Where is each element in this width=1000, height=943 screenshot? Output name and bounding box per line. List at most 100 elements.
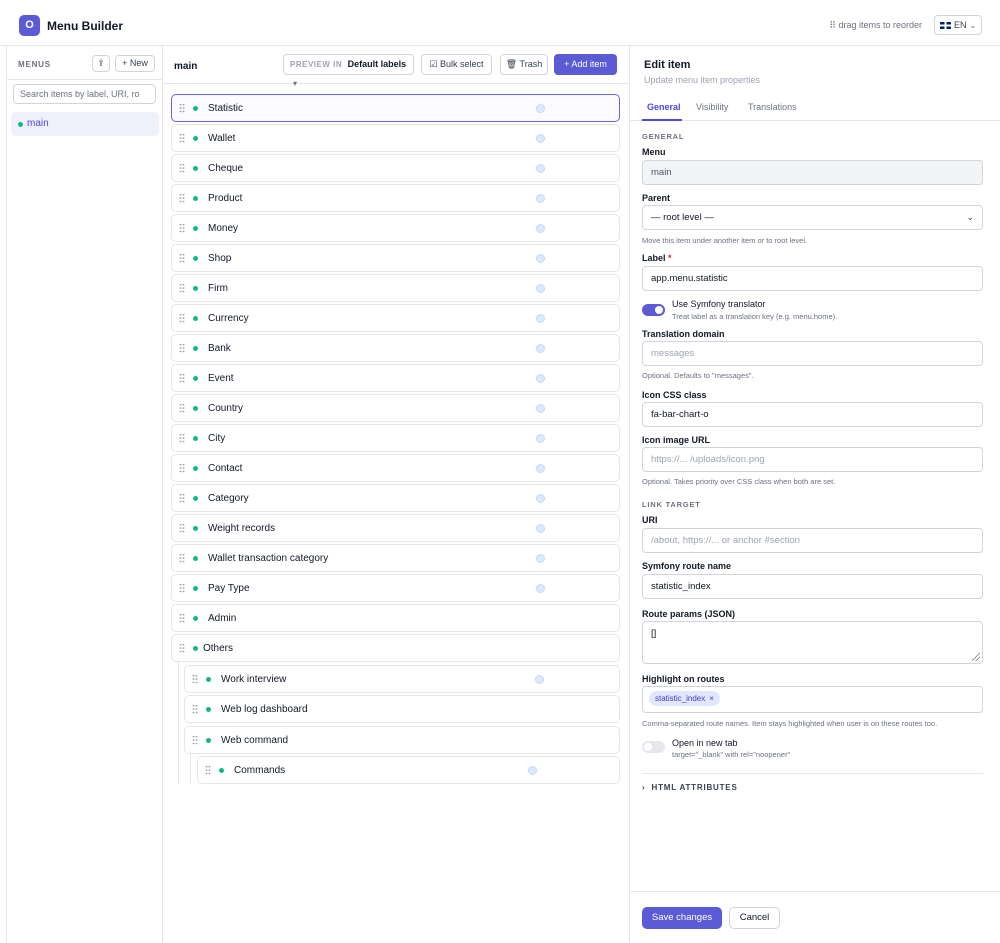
tab-translations[interactable]: Translations (748, 102, 797, 112)
highlight-routes-input[interactable]: statistic_index × (642, 686, 983, 713)
drag-handle-icon[interactable] (179, 583, 185, 593)
html-attributes-toggle[interactable]: › HTML ATTRIBUTES (642, 783, 738, 792)
tree-item[interactable]: City (171, 424, 620, 452)
tree-item[interactable]: Weight records (171, 514, 620, 542)
drag-handle-icon[interactable] (179, 103, 185, 113)
drag-handle-icon[interactable] (179, 553, 185, 563)
tree-item[interactable]: Country (171, 394, 620, 422)
drag-handle-icon[interactable] (205, 765, 211, 775)
visibility-icon[interactable] (536, 254, 545, 263)
drag-handle-icon[interactable] (179, 283, 185, 293)
visibility-icon[interactable] (536, 164, 545, 173)
visibility-icon[interactable] (536, 134, 545, 143)
visibility-icon[interactable] (536, 284, 545, 293)
drag-handle-icon[interactable] (179, 193, 185, 203)
drag-handle-icon[interactable] (179, 133, 185, 143)
tree-item[interactable]: Web command (184, 725, 620, 754)
divider (642, 773, 983, 774)
uri-input[interactable]: /about, https://... or anchor #section (642, 528, 983, 553)
drag-handle-icon[interactable] (179, 253, 185, 263)
tree-item[interactable]: Contact (171, 454, 620, 482)
drag-handle-icon[interactable] (192, 704, 198, 714)
visibility-icon[interactable] (536, 224, 545, 233)
new-menu-button[interactable]: + New (115, 55, 155, 72)
visibility-icon[interactable] (528, 766, 537, 775)
sidebar-item-main[interactable]: main (11, 112, 159, 136)
trash-button[interactable]: 🗑 Trash (500, 54, 548, 75)
visibility-icon[interactable] (536, 194, 545, 203)
tree-item[interactable]: Wallet transaction category (171, 544, 620, 572)
icon-url-input[interactable]: https://... /uploads/icon.png (642, 447, 983, 472)
visibility-icon[interactable] (536, 374, 545, 383)
drag-handle-icon[interactable] (179, 643, 185, 653)
tree-item-label: Product (208, 193, 243, 204)
translation-domain-input[interactable]: messages (642, 341, 983, 366)
drag-handle-icon[interactable] (179, 343, 185, 353)
tree-item[interactable]: Firm (171, 274, 620, 302)
tree-item[interactable]: Category (171, 484, 620, 512)
drag-handle-icon[interactable] (179, 523, 185, 533)
visibility-icon[interactable] (536, 464, 545, 473)
bulk-select-button[interactable]: ☑ Bulk select (421, 54, 492, 75)
label-input[interactable]: app.menu.statistic (642, 266, 983, 291)
tree-item[interactable]: Pay Type (171, 574, 620, 602)
visibility-icon[interactable] (536, 404, 545, 413)
visibility-icon[interactable] (536, 344, 545, 353)
footer-divider (630, 891, 1000, 892)
drag-handle-icon[interactable] (179, 433, 185, 443)
search-input[interactable] (13, 84, 156, 104)
visibility-icon[interactable] (535, 674, 544, 684)
drag-handle-icon[interactable] (179, 613, 185, 623)
tree-item[interactable]: Others (171, 634, 620, 662)
tree-item[interactable]: Admin (171, 604, 620, 632)
visibility-icon[interactable] (536, 434, 545, 443)
tree-item[interactable]: Commands (197, 756, 620, 784)
tree-item[interactable]: Bank (171, 334, 620, 362)
import-button[interactable]: ⇪ (92, 55, 110, 72)
drag-handle-icon[interactable] (179, 493, 185, 503)
resize-handle-icon[interactable] (972, 653, 980, 661)
tree-item-label: Admin (208, 613, 237, 624)
tab-visibility[interactable]: Visibility (696, 102, 728, 112)
preview-select[interactable]: PREVIEW IN Default labels ▾ (283, 54, 414, 88)
tree-item[interactable]: Product (171, 184, 620, 212)
tree-item[interactable]: Statistic (171, 94, 620, 122)
drag-handle-icon[interactable] (192, 673, 198, 684)
drag-handle-icon[interactable] (179, 163, 185, 173)
cancel-button[interactable]: Cancel (729, 907, 780, 929)
drag-handle-icon[interactable] (179, 373, 185, 383)
route-params-textarea[interactable]: [] (642, 621, 983, 664)
tree-item[interactable]: Shop (171, 244, 620, 272)
tree-item[interactable]: Money (171, 214, 620, 242)
new-tab-help: target="_blank" with rel="noopener" (672, 750, 791, 759)
language-selector[interactable]: EN ⌄ (934, 15, 982, 35)
drag-handle-icon[interactable] (179, 223, 185, 233)
translator-toggle[interactable] (642, 304, 665, 316)
active-tab-indicator (642, 119, 682, 121)
tree-item[interactable]: Wallet (171, 124, 620, 152)
add-item-button[interactable]: + Add item (554, 54, 617, 75)
visibility-icon[interactable] (536, 554, 545, 563)
tab-general[interactable]: General (647, 102, 681, 112)
parent-select[interactable]: — root level — ⌄ (642, 205, 983, 230)
save-button[interactable]: Save changes (642, 907, 722, 929)
drag-handle-icon[interactable] (179, 313, 185, 323)
visibility-icon[interactable] (536, 584, 545, 593)
drag-handle-icon[interactable] (179, 463, 185, 473)
drag-handle-icon[interactable] (179, 403, 185, 413)
visibility-icon[interactable] (536, 104, 545, 113)
visibility-icon[interactable] (536, 524, 545, 533)
route-input[interactable]: statistic_index (642, 574, 983, 599)
visibility-icon[interactable] (536, 314, 545, 323)
tree-item[interactable]: Event (171, 364, 620, 392)
icon-class-input[interactable]: fa-bar-chart-o (642, 402, 983, 427)
tree-item[interactable]: Cheque (171, 154, 620, 182)
visibility-icon[interactable] (536, 494, 545, 503)
remove-chip-icon[interactable]: × (709, 694, 714, 703)
tree-item[interactable]: Web log dashboard (184, 695, 620, 723)
new-tab-toggle[interactable] (642, 741, 665, 753)
status-dot (193, 196, 198, 201)
tree-item[interactable]: Currency (171, 304, 620, 332)
drag-handle-icon[interactable] (192, 734, 198, 745)
tree-item[interactable]: Work interview (184, 664, 620, 693)
